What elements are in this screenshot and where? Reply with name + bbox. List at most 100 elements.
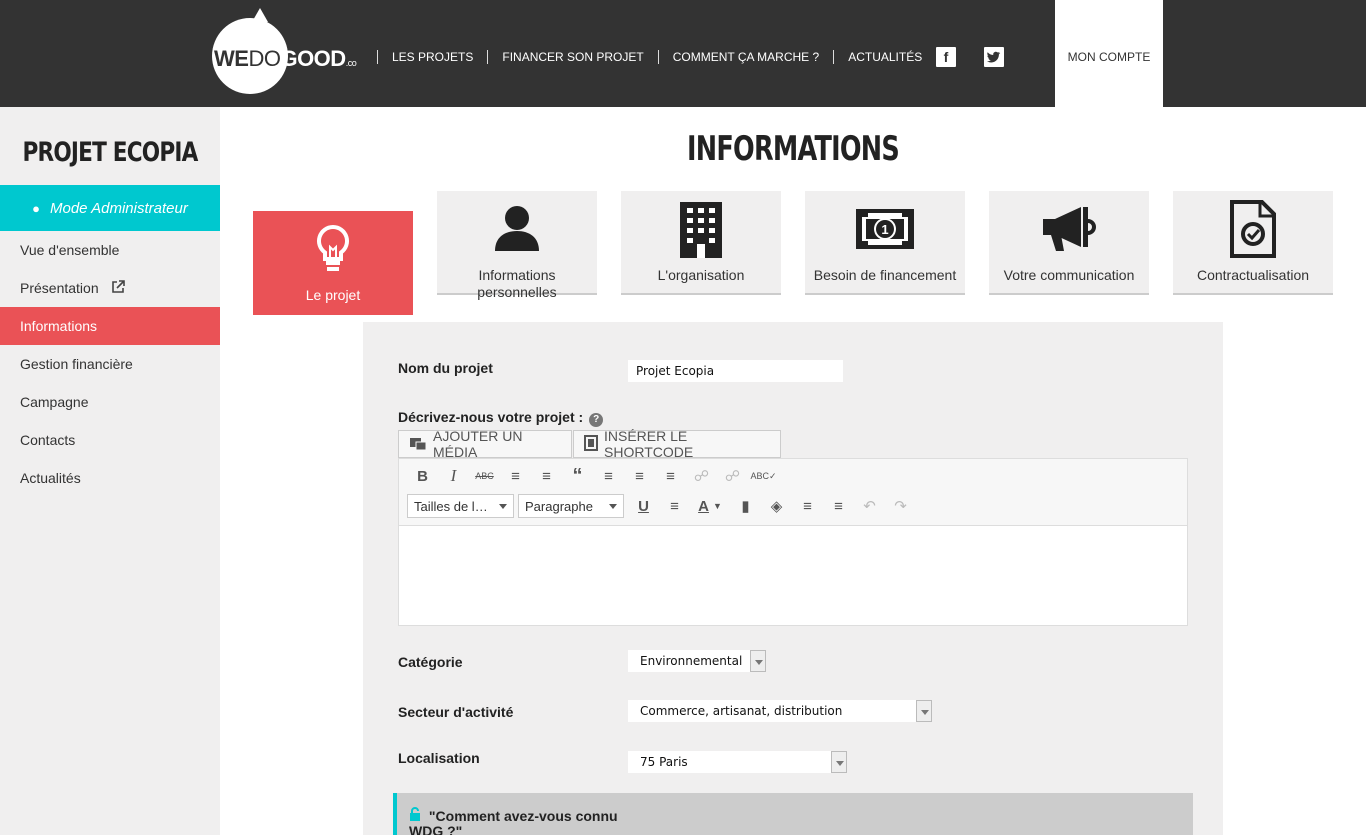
font-size-dropdown[interactable]: Tailles de l… <box>407 494 514 518</box>
editor-toolbar-row-1: B I ABC ≡ ≡ “ ≡ ≡ ≡ ☍ ☍ ABC✓ <box>407 463 779 489</box>
contract-icon <box>1173 199 1333 259</box>
my-account-button[interactable]: MON COMPTE <box>1055 0 1163 107</box>
tab-label: Le projet <box>305 287 361 303</box>
camera-icon <box>409 435 427 454</box>
sidebar-item-actualites[interactable]: Actualités <box>0 459 220 497</box>
sector-select[interactable]: Commerce, artisanat, distribution <box>628 700 932 722</box>
bold-icon[interactable]: B <box>407 463 438 489</box>
editor-toolbar-row-2: Tailles de l… Paragraphe U ≡ A ▼ ▮ ◈ ≡ ≡ … <box>407 493 916 519</box>
sidebar-item-presentation[interactable]: Présentation <box>0 269 220 307</box>
banknote-icon: 1 <box>805 199 965 259</box>
sector-value: Commerce, artisanat, distribution <box>640 704 843 718</box>
tab-label: Votre communication <box>1003 267 1135 283</box>
nav-comment-ca-marche[interactable]: COMMENT ÇA MARCHE ? <box>657 50 833 64</box>
tab-label: Contractualisation <box>1196 267 1310 283</box>
align-right-icon[interactable]: ≡ <box>655 463 686 489</box>
sidebar-item-contacts[interactable]: Contacts <box>0 421 220 459</box>
rich-text-editor: B I ABC ≡ ≡ “ ≡ ≡ ≡ ☍ ☍ ABC✓ Tailles de … <box>398 458 1188 626</box>
logo-crown <box>252 8 268 22</box>
align-left-icon[interactable]: ≡ <box>593 463 624 489</box>
tab-votre-communication[interactable]: Votre communication <box>989 191 1149 295</box>
tab-label: L'organisation <box>657 267 745 283</box>
twitter-icon[interactable] <box>984 47 1004 67</box>
category-value: Environnemental <box>640 654 743 668</box>
tab-contractualisation[interactable]: Contractualisation <box>1173 191 1333 295</box>
unlink-icon[interactable]: ☍ <box>717 463 748 489</box>
font-size-value: Tailles de l… <box>414 498 488 514</box>
page-title: INFORMATIONS <box>687 129 900 169</box>
tab-le-projet[interactable]: Le projet <box>253 211 413 315</box>
wedogood-logo[interactable]: WEDOGOOD.co <box>212 8 362 94</box>
tab-besoin-de-financement[interactable]: 1 Besoin de financement <box>805 191 965 295</box>
indent-icon[interactable]: ≡ <box>823 493 854 519</box>
nav-actualites[interactable]: ACTUALITÉS <box>833 50 936 64</box>
notice-question: "Comment avez-vous connu WDG ?" <box>409 808 618 835</box>
sidebar: PROJET ECOPIA ● Mode Administrateur Vue … <box>0 107 220 835</box>
paragraph-dropdown[interactable]: Paragraphe <box>518 494 624 518</box>
chevron-down-icon <box>916 700 932 722</box>
tab-organisation[interactable]: L'organisation <box>621 191 781 295</box>
building-icon <box>621 199 781 259</box>
blockquote-icon[interactable]: “ <box>562 463 593 489</box>
align-center-icon[interactable]: ≡ <box>624 463 655 489</box>
describe-label: Décrivez-nous votre projet : <box>398 409 584 425</box>
category-select[interactable]: Environnemental <box>628 650 766 672</box>
admin-mode-label: Mode Administrateur <box>50 199 188 217</box>
chevron-down-icon <box>831 751 847 773</box>
notice-text: "Comment avez-vous connu WDG ?" <box>409 807 639 835</box>
tab-label: Informations personnelles <box>477 267 557 300</box>
megaphone-icon <box>989 199 1149 259</box>
help-icon[interactable]: ? <box>589 413 604 427</box>
shortcode-icon <box>584 434 598 454</box>
top-navigation-bar: WEDOGOOD.co LES PROJETS FINANCER SON PRO… <box>0 0 1366 107</box>
logo-text: WEDOGOOD.co <box>214 46 357 71</box>
clear-formatting-icon[interactable]: ◈ <box>761 493 792 519</box>
unlock-icon[interactable] <box>409 807 425 824</box>
project-name-label: Nom du projet <box>398 360 493 376</box>
describe-label-row: Décrivez-nous votre projet :? <box>398 409 604 427</box>
insert-shortcode-label: INSÉRER LE SHORTCODE <box>604 428 694 460</box>
spellcheck-icon[interactable]: ABC✓ <box>748 463 779 489</box>
undo-icon[interactable]: ↶ <box>854 493 885 519</box>
sidebar-item-informations[interactable]: Informations <box>0 307 220 345</box>
insert-shortcode-button[interactable]: INSÉRER LE SHORTCODE <box>573 428 781 460</box>
chevron-down-icon <box>750 650 766 672</box>
category-label: Catégorie <box>398 654 463 670</box>
sidebar-item-vue-ensemble[interactable]: Vue d'ensemble <box>0 231 220 269</box>
sidebar-item-label: Présentation <box>20 280 99 296</box>
add-media-button[interactable]: AJOUTER UN MÉDIA <box>398 428 572 460</box>
text-color-icon[interactable]: A ▼ <box>690 493 730 519</box>
nav-les-projets[interactable]: LES PROJETS <box>377 50 487 64</box>
bullet-list-icon[interactable]: ≡ <box>500 463 531 489</box>
sidebar-item-campagne[interactable]: Campagne <box>0 383 220 421</box>
editor-text-area[interactable] <box>399 525 1187 625</box>
sidebar-item-gestion-financiere[interactable]: Gestion financière <box>0 345 220 383</box>
outdent-icon[interactable]: ≡ <box>792 493 823 519</box>
tab-informations-personnelles[interactable]: Informations personnelles <box>437 191 597 300</box>
underline-icon[interactable]: U <box>628 493 659 519</box>
main-nav: LES PROJETS FINANCER SON PROJET COMMENT … <box>377 48 936 66</box>
facebook-icon[interactable]: f <box>936 47 956 67</box>
admin-mode-button[interactable]: ● Mode Administrateur <box>0 185 220 231</box>
project-title: PROJET ECOPIA <box>22 137 198 168</box>
redo-icon[interactable]: ↷ <box>885 493 916 519</box>
person-icon <box>437 199 597 259</box>
project-form: Nom du projet Projet Ecopia Décrivez-nou… <box>363 322 1223 835</box>
link-icon[interactable]: ☍ <box>686 463 717 489</box>
svg-text:1: 1 <box>881 222 888 237</box>
add-media-label: AJOUTER UN MÉDIA <box>433 428 523 460</box>
strikethrough-icon[interactable]: ABC <box>469 463 500 489</box>
tab-label: Besoin de financement <box>813 267 957 283</box>
nav-financer-son-projet[interactable]: FINANCER SON PROJET <box>487 50 657 64</box>
question-notice-box: "Comment avez-vous connu WDG ?" <box>393 793 1193 835</box>
italic-icon[interactable]: I <box>438 463 469 489</box>
external-link-icon <box>111 270 125 308</box>
sector-label: Secteur d'activité <box>398 704 514 720</box>
numbered-list-icon[interactable]: ≡ <box>531 463 562 489</box>
paste-text-icon[interactable]: ▮ <box>730 493 761 519</box>
location-select[interactable]: 75 Paris <box>628 751 847 773</box>
paragraph-value: Paragraphe <box>525 498 593 514</box>
location-value: 75 Paris <box>640 755 688 769</box>
project-name-input[interactable]: Projet Ecopia <box>628 360 843 382</box>
justify-icon[interactable]: ≡ <box>659 493 690 519</box>
